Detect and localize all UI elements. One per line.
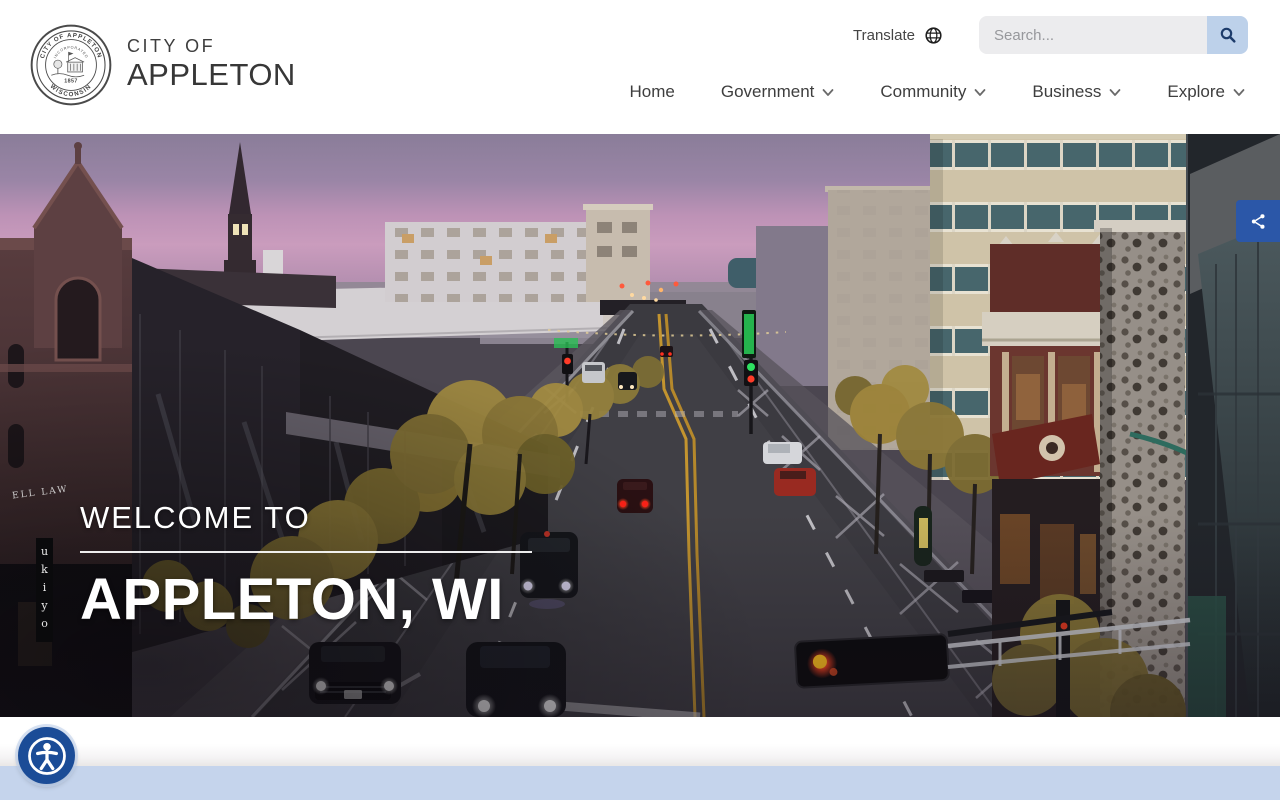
main-nav: Home Government Community Business Explo… (630, 82, 1246, 102)
share-icon (1251, 213, 1265, 229)
hero-banner: ukiyo ELL LAW WELCOME TO APPLETON, WI (0, 134, 1280, 717)
chevron-down-icon (823, 88, 834, 96)
nav-label-government: Government (720, 82, 815, 101)
chevron-down-icon (974, 88, 986, 96)
share-button[interactable] (1236, 200, 1280, 242)
nav-item-community[interactable]: Community (880, 82, 986, 102)
svg-text:1857: 1857 (64, 79, 78, 85)
site-header: CITY OF APPLETON WISCONSIN INCORPORATED … (0, 0, 1280, 134)
nav-item-explore[interactable]: Explore (1167, 82, 1245, 102)
hero-welcome-text: WELCOME TO (80, 500, 311, 535)
search-input[interactable] (979, 16, 1207, 54)
magnifier-icon (1220, 27, 1236, 43)
hero-divider-line (80, 551, 532, 553)
footer-accent-bar (0, 766, 1280, 800)
brand-line2: APPLETON (127, 57, 296, 93)
nav-label-explore: Explore (1167, 82, 1225, 101)
globe-icon (925, 26, 942, 44)
header-utility-row: Translate (853, 16, 1248, 54)
search-button[interactable] (1207, 16, 1248, 54)
nav-label-business: Business (1032, 82, 1102, 101)
site-logo[interactable]: CITY OF APPLETON WISCONSIN INCORPORATED … (30, 24, 296, 106)
translate-link[interactable]: Translate (853, 26, 943, 45)
ukiyo-building-sign: ukiyo (36, 538, 53, 642)
chevron-down-icon (1109, 88, 1121, 96)
accessibility-person-icon (27, 736, 66, 775)
nav-label-home: Home (629, 82, 675, 101)
hero-city-title: APPLETON, WI (80, 567, 504, 632)
nav-item-home[interactable]: Home (630, 82, 675, 102)
translate-label: Translate (853, 26, 915, 44)
nav-item-government[interactable]: Government (721, 82, 835, 102)
brand-wordmark: CITY OF APPLETON (127, 36, 296, 93)
content-spacer (0, 717, 1280, 766)
nav-item-business[interactable]: Business (1032, 82, 1121, 102)
chevron-down-icon (1233, 88, 1245, 96)
brand-line1: CITY OF (127, 36, 216, 57)
city-seal-icon: CITY OF APPLETON WISCONSIN INCORPORATED … (30, 24, 112, 106)
search-box (979, 16, 1248, 54)
accessibility-button[interactable] (18, 727, 75, 784)
nav-label-community: Community (880, 82, 967, 101)
appleton-city-homepage: CITY OF APPLETON WISCONSIN INCORPORATED … (0, 0, 1280, 800)
hero-heading: WELCOME TO APPLETON, WI (80, 500, 532, 633)
church-steeple (224, 142, 256, 292)
